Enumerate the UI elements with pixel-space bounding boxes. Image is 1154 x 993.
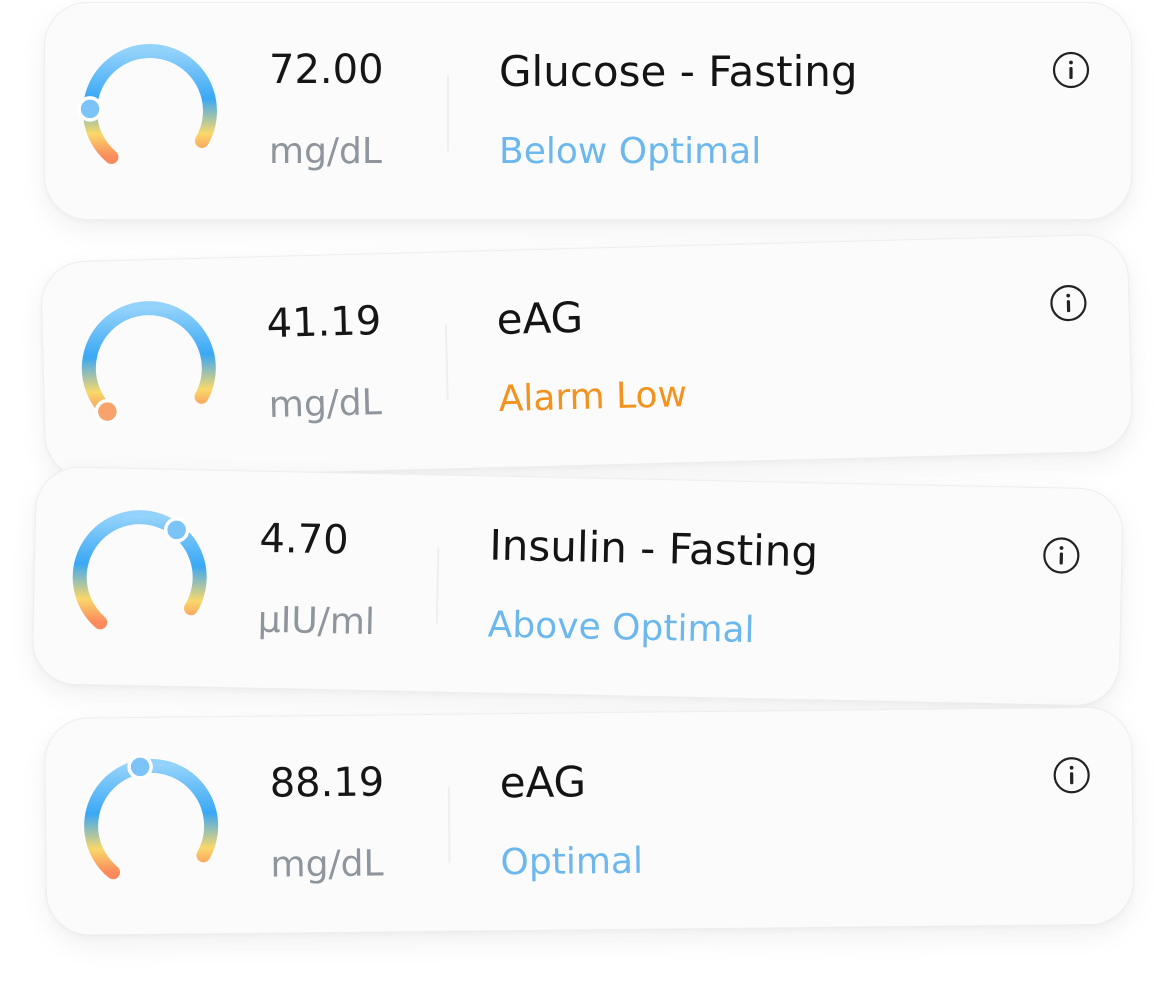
biomarker-title: Insulin - Fasting (488, 520, 819, 577)
gauge-arc (83, 44, 217, 164)
divider (444, 324, 449, 401)
info-icon[interactable] (1052, 51, 1090, 89)
gauge-arc (84, 758, 219, 880)
biomarker-value: 88.19 (269, 759, 385, 807)
biomarker-card-eag-alarm[interactable]: 41.19 mg/dL eAG Alarm Low (40, 233, 1134, 480)
biomarker-card-insulin-fasting[interactable]: 4.70 µIU/ml Insulin - Fasting Above Opti… (31, 466, 1124, 707)
biomarker-unit: mg/dL (268, 382, 383, 427)
divider (447, 75, 449, 151)
info-icon[interactable] (1049, 284, 1088, 323)
gauge-meter (72, 510, 207, 630)
status-label: Below Optimal (499, 131, 762, 172)
biomarker-value: 72.00 (269, 47, 384, 93)
info-icon[interactable] (1052, 756, 1090, 794)
biomarker-title: eAG (499, 757, 587, 808)
gauge-marker (94, 398, 121, 425)
gauge-marker (77, 96, 103, 122)
divider (435, 547, 440, 624)
gauge-meter (84, 755, 219, 880)
info-icon[interactable] (1042, 536, 1081, 575)
biomarker-value: 41.19 (266, 298, 382, 348)
status-label: Above Optimal (487, 604, 755, 652)
biomarker-unit: µIU/ml (257, 599, 376, 644)
status-label: Alarm Low (498, 374, 688, 421)
biomarker-unit: mg/dL (270, 843, 384, 886)
gauge-marker (127, 755, 153, 780)
biomarker-unit: mg/dL (269, 131, 382, 172)
biomarker-value: 4.70 (259, 515, 350, 564)
biomarker-title: eAG (496, 292, 584, 345)
gauge-meter (77, 44, 217, 164)
divider (447, 786, 451, 863)
gauge-marker (163, 517, 190, 543)
biomarker-title: Glucose - Fasting (499, 47, 858, 96)
gauge-meter (81, 301, 216, 425)
biomarker-card-glucose-fasting[interactable]: 72.00 mg/dL Glucose - Fasting Below Opti… (44, 2, 1132, 220)
status-label: Optimal (500, 840, 644, 884)
biomarker-card-eag-optimal[interactable]: 88.19 mg/dL eAG Optimal (44, 706, 1135, 936)
